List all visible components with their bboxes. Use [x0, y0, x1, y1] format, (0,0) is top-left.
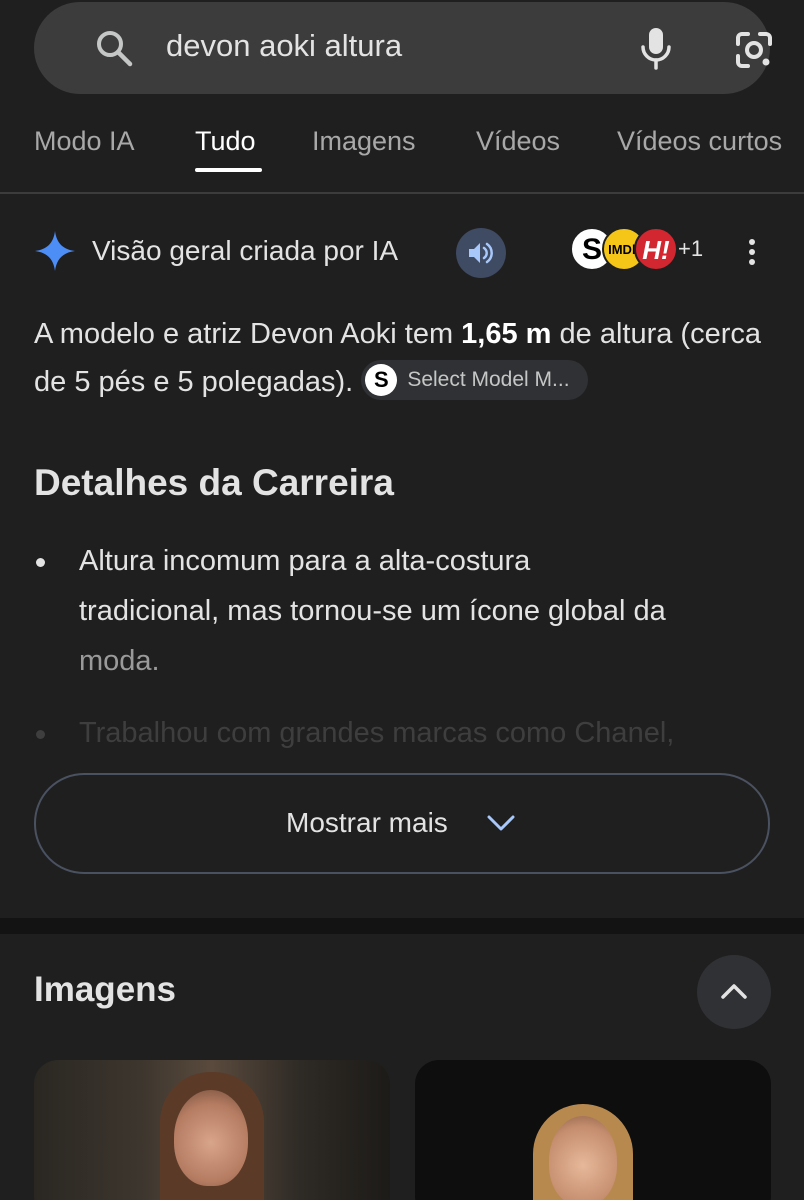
section-heading: Detalhes da Carreira [34, 462, 394, 503]
show-more-label: Mostrar mais [286, 807, 448, 838]
photo-face [174, 1090, 248, 1186]
extra-sources-count[interactable]: +1 [678, 236, 703, 262]
tab-modo-ia[interactable]: Modo IA [34, 126, 135, 157]
search-bar[interactable]: devon aoki altura [34, 2, 772, 94]
show-more-button[interactable]: Mostrar mais [34, 773, 770, 874]
collapse-button[interactable] [697, 955, 771, 1029]
section-divider [0, 918, 804, 934]
search-input[interactable]: devon aoki altura [166, 28, 402, 64]
chevron-down-icon [487, 815, 515, 831]
list-item: Altura incomum para a alta-costura tradi… [34, 536, 774, 686]
tab-videos-curtos[interactable]: Vídeos curtos [617, 126, 782, 157]
lens-icon[interactable] [734, 30, 774, 70]
source-chip-label: Select Model M... [407, 368, 570, 392]
ai-overview-title: Visão geral criada por IA [92, 235, 399, 266]
bullet-list: Altura incomum para a alta-costura tradi… [34, 536, 774, 758]
chevron-up-icon [721, 984, 747, 999]
image-result[interactable] [34, 1060, 390, 1200]
source-chip-logo: S [365, 364, 398, 397]
ai-answer-text: A modelo e atriz Devon Aoki tem 1,65 m d… [34, 310, 774, 406]
listen-button[interactable] [456, 228, 506, 278]
ai-overview-header: Visão geral criada por IA S IMDb H! +1 [0, 222, 804, 280]
tab-videos[interactable]: Vídeos [476, 126, 560, 157]
active-tab-indicator [195, 168, 262, 172]
photo-face [549, 1116, 617, 1200]
speaker-icon [469, 242, 493, 264]
search-icon[interactable] [94, 28, 134, 68]
height-value: 1,65 m [461, 318, 552, 350]
image-result[interactable] [415, 1060, 771, 1200]
list-item: Trabalhou com grandes marcas como Chanel… [34, 708, 774, 758]
source-logos[interactable]: S IMDb H! [570, 227, 680, 275]
source-logo-hola[interactable]: H! [634, 227, 678, 271]
mic-icon[interactable] [638, 26, 674, 70]
source-chip[interactable]: S Select Model M... [361, 360, 588, 401]
images-heading: Imagens [34, 970, 176, 1009]
sparkle-icon [35, 231, 75, 271]
tab-tudo[interactable]: Tudo [195, 126, 256, 157]
more-vert-icon[interactable] [742, 232, 762, 272]
tab-imagens[interactable]: Imagens [312, 126, 416, 157]
search-tabs: Modo IA Tudo Imagens Vídeos Vídeos curto… [0, 110, 804, 194]
